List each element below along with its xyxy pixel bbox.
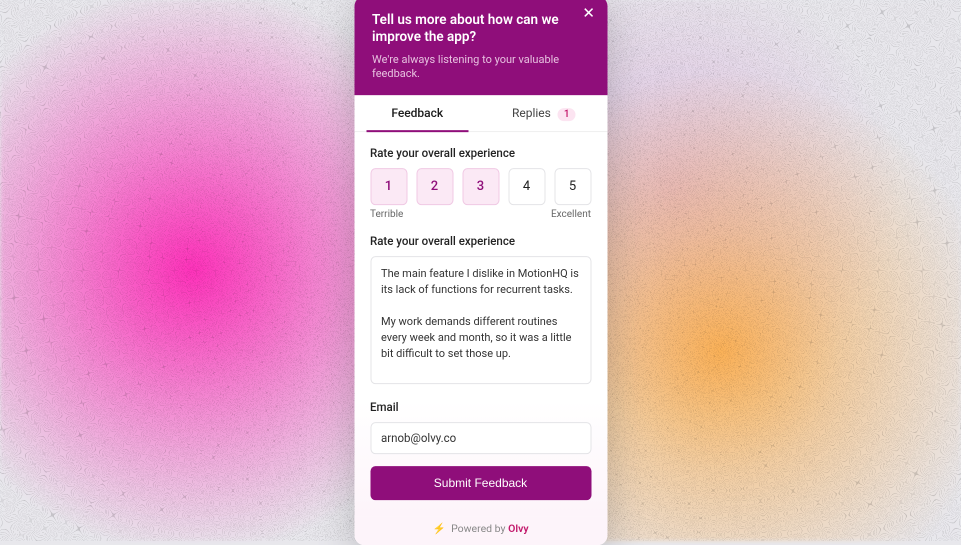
- replies-count-badge: 1: [558, 108, 576, 121]
- feedback-modal: ✕ Tell us more about how can we improve …: [354, 0, 607, 545]
- tab-replies[interactable]: Replies 1: [481, 95, 608, 131]
- tab-replies-label: Replies: [512, 106, 551, 120]
- rating-button-5[interactable]: 5: [554, 168, 591, 205]
- rating-row: 1 2 3 4 5: [370, 168, 591, 205]
- email-label: Email: [370, 400, 591, 414]
- scale-labels: Terrible Excellent: [370, 209, 591, 220]
- email-field[interactable]: [370, 422, 591, 454]
- bolt-icon: ⚡: [432, 522, 445, 535]
- modal-body: Rate your overall experience 1 2 3 4 5 T…: [354, 132, 607, 516]
- rating-button-4[interactable]: 4: [508, 168, 545, 205]
- feedback-textarea[interactable]: [370, 256, 591, 384]
- modal-header: ✕ Tell us more about how can we improve …: [354, 0, 607, 95]
- scale-low-label: Terrible: [370, 209, 403, 220]
- close-icon[interactable]: ✕: [582, 6, 595, 21]
- rating-button-3[interactable]: 3: [462, 168, 499, 205]
- brand-link[interactable]: Olvy: [508, 522, 528, 535]
- feedback-text-label: Rate your overall experience: [370, 234, 591, 248]
- rating-label: Rate your overall experience: [370, 146, 591, 160]
- rating-button-2[interactable]: 2: [416, 168, 453, 205]
- scale-high-label: Excellent: [551, 209, 591, 220]
- submit-button[interactable]: Submit Feedback: [370, 466, 591, 500]
- modal-subtitle: We're always listening to your valuable …: [372, 53, 589, 82]
- tab-feedback[interactable]: Feedback: [354, 95, 481, 131]
- rating-button-1[interactable]: 1: [370, 168, 407, 205]
- tabs: Feedback Replies 1: [354, 95, 607, 132]
- modal-title: Tell us more about how can we improve th…: [372, 12, 589, 47]
- tab-feedback-label: Feedback: [391, 106, 443, 120]
- powered-by-text: Powered by: [451, 522, 508, 535]
